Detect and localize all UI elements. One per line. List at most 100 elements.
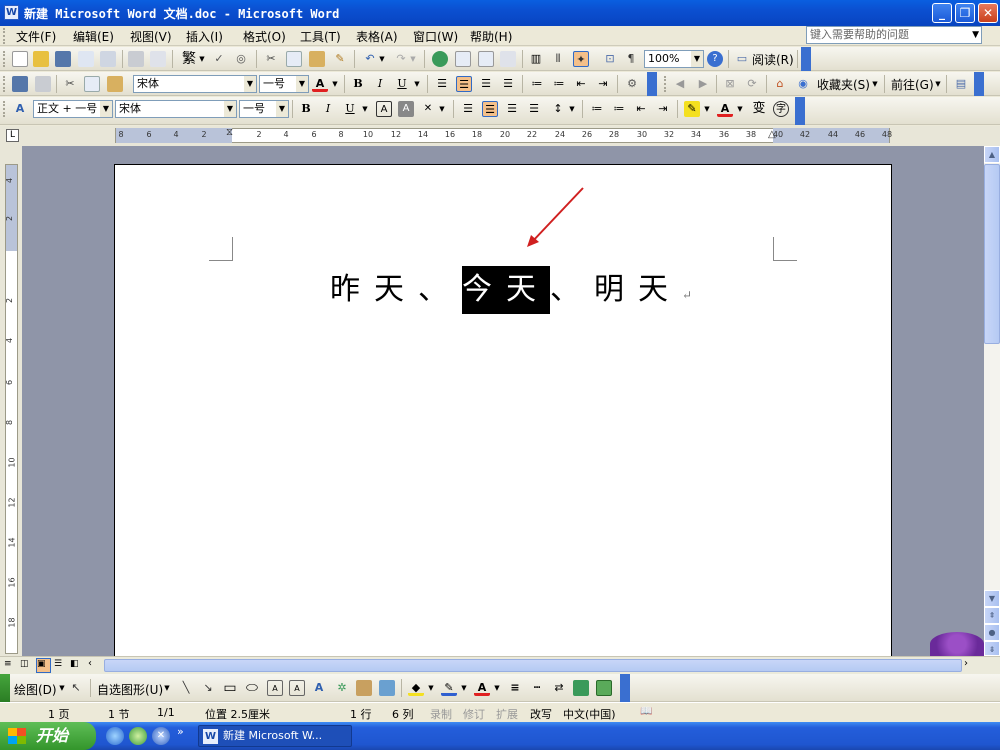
line-spacing-icon[interactable]: ↕ — [550, 101, 566, 117]
toolbar-options-chevron[interactable] — [801, 47, 811, 71]
read-mode-button[interactable]: 阅读(R) — [752, 51, 794, 68]
chevron-down-icon[interactable]: ▼ — [871, 76, 879, 92]
chevron-down-icon[interactable]: ▼ — [413, 76, 421, 92]
numbering-icon[interactable]: ≔ — [589, 101, 605, 117]
hyperlink-icon[interactable] — [432, 51, 448, 67]
diagram-icon[interactable]: ✲ — [334, 680, 350, 696]
read-mode-icon[interactable]: ▭ — [734, 51, 750, 67]
menu-file[interactable]: 文件(F) — [16, 28, 56, 45]
word-app-icon[interactable]: W — [4, 5, 19, 20]
oval-icon[interactable]: ⬭ — [244, 680, 260, 696]
menu-tools[interactable]: 工具(T) — [300, 28, 341, 45]
insert-picture-icon[interactable] — [379, 680, 395, 696]
align-center-icon[interactable]: ☰ — [456, 76, 472, 92]
chevron-down-icon[interactable]: ▼ — [331, 76, 339, 92]
chevron-down-icon[interactable]: ▼ — [361, 101, 369, 117]
font-color-icon[interactable]: A — [312, 76, 328, 92]
indent-marker-icon[interactable]: ⧖ — [226, 127, 233, 138]
3d-style-icon[interactable] — [596, 680, 612, 696]
menu-grip[interactable] — [3, 28, 7, 44]
styles-formatting-icon[interactable]: A — [12, 101, 28, 117]
save-icon[interactable] — [12, 76, 28, 92]
drawing-icon[interactable]: ⫴ — [550, 51, 566, 67]
cut-icon[interactable]: ✂ — [263, 51, 279, 67]
right-indent-icon[interactable]: △ — [768, 129, 776, 140]
horizontal-ruler[interactable]: L 8 6 4 2 2 4 6 8 10 12 14 16 18 20 22 24 26 28 30 32 34 36 38… — [0, 126, 1000, 146]
paste-icon[interactable] — [107, 76, 123, 92]
toolbar-options-chevron[interactable] — [620, 674, 630, 702]
spelling-icon[interactable]: ✓ — [211, 51, 227, 67]
close-button[interactable]: ✕ — [978, 3, 998, 23]
show-formatting-icon[interactable]: ⊡ — [602, 51, 618, 67]
line-color-icon[interactable]: ✎ — [441, 680, 457, 696]
character-scale-icon[interactable]: ✕ — [420, 101, 436, 117]
menu-view[interactable]: 视图(V) — [130, 28, 172, 45]
justify-icon[interactable]: ☰ — [526, 101, 542, 117]
menu-insert[interactable]: 插入(I) — [186, 28, 223, 45]
toolbar-grip[interactable] — [3, 51, 7, 67]
print-layout-view-icon[interactable]: ▣ — [36, 658, 51, 673]
stop-icon[interactable]: ⊠ — [722, 76, 738, 92]
chevron-down-icon[interactable]: ▼ — [972, 27, 979, 43]
text-box-icon[interactable]: A — [267, 680, 283, 696]
select-browse-object-button[interactable]: ● — [984, 624, 1000, 641]
font-name-select[interactable]: 宋体 ▼ — [115, 100, 237, 118]
document-page[interactable]: 昨天、今天、明天↵ — [114, 164, 892, 664]
vertical-scroll-thumb[interactable] — [984, 164, 1000, 344]
save-icon[interactable] — [55, 51, 71, 67]
spelling-status-icon[interactable]: 📖 — [640, 706, 658, 720]
menu-format[interactable]: 格式(O) — [243, 28, 286, 45]
help-search-input[interactable]: 键入需要帮助的问题 ▼ — [806, 26, 982, 44]
underline-icon[interactable]: U — [394, 76, 410, 92]
italic-icon[interactable]: I — [320, 101, 336, 117]
paste-icon[interactable] — [309, 51, 325, 67]
menu-table[interactable]: 表格(A) — [356, 28, 398, 45]
chevron-down-icon[interactable]: ▼ — [736, 101, 744, 117]
taskbar-word-button[interactable]: W 新建 Microsoft W... — [198, 725, 352, 747]
decrease-indent-icon[interactable]: ⇤ — [633, 101, 649, 117]
chevron-down-icon[interactable]: ▼ — [163, 680, 171, 696]
autoshapes-menu[interactable]: 自选图形(U) — [97, 681, 163, 698]
back-icon[interactable]: ◀ — [672, 76, 688, 92]
scroll-right-button[interactable]: › — [964, 658, 978, 673]
favorites-menu[interactable]: 收藏夹(S) — [817, 76, 870, 93]
chevron-down-icon[interactable]: ▼ — [244, 76, 256, 92]
increase-indent-icon[interactable]: ⇥ — [655, 101, 671, 117]
open-folder-icon[interactable] — [33, 51, 49, 67]
chevron-down-icon[interactable]: ▼ — [296, 76, 308, 92]
text-before[interactable]: 昨天、 — [330, 272, 462, 307]
highlight-icon[interactable]: ✎ — [684, 101, 700, 117]
scroll-left-button[interactable]: ‹ — [88, 658, 102, 673]
wordart-icon[interactable]: A — [311, 680, 327, 696]
quick-launch-ie-icon[interactable] — [106, 727, 124, 745]
arrow-icon[interactable]: ↘ — [200, 680, 216, 696]
status-rec[interactable]: 录制 — [430, 706, 452, 722]
chevron-down-icon[interactable]: ▼ — [198, 51, 206, 67]
reading-layout-view-icon[interactable]: ◧ — [70, 659, 84, 672]
style-select[interactable]: 正文 + 一号 ▼ — [33, 100, 113, 118]
increase-indent-icon[interactable]: ⇥ — [595, 76, 611, 92]
permission-icon[interactable] — [78, 51, 94, 67]
tables-borders-icon[interactable] — [455, 51, 471, 67]
rectangle-icon[interactable]: ▭ — [222, 680, 238, 696]
quick-launch-app-icon[interactable]: ✕ — [152, 727, 170, 745]
format-painter-icon[interactable]: ✎ — [332, 51, 348, 67]
chevron-down-icon[interactable]: ▼ — [460, 680, 468, 696]
text-after[interactable]: 、明天 — [550, 272, 682, 307]
chevron-down-icon[interactable]: ▼ — [427, 680, 435, 696]
web-layout-view-icon[interactable]: ◫ — [20, 659, 34, 672]
quick-launch-chevron-icon[interactable]: » — [177, 725, 184, 738]
align-right-icon[interactable]: ☰ — [478, 76, 494, 92]
arrow-style-icon[interactable]: ⇄ — [551, 680, 567, 696]
phonetic-guide-icon[interactable]: 变 — [751, 101, 767, 117]
status-ext[interactable]: 扩展 — [496, 706, 518, 722]
toolbar-options-chevron[interactable] — [974, 72, 984, 96]
italic-icon[interactable]: I — [372, 76, 388, 92]
align-right-icon[interactable]: ☰ — [504, 101, 520, 117]
chevron-down-icon[interactable]: ▼ — [438, 101, 446, 117]
justify-icon[interactable]: ☰ — [500, 76, 516, 92]
font-color-icon[interactable]: A — [717, 101, 733, 117]
bullets-icon[interactable]: ≔ — [611, 101, 627, 117]
columns-icon[interactable]: ▥ — [528, 51, 544, 67]
character-border-icon[interactable]: A — [376, 101, 392, 117]
